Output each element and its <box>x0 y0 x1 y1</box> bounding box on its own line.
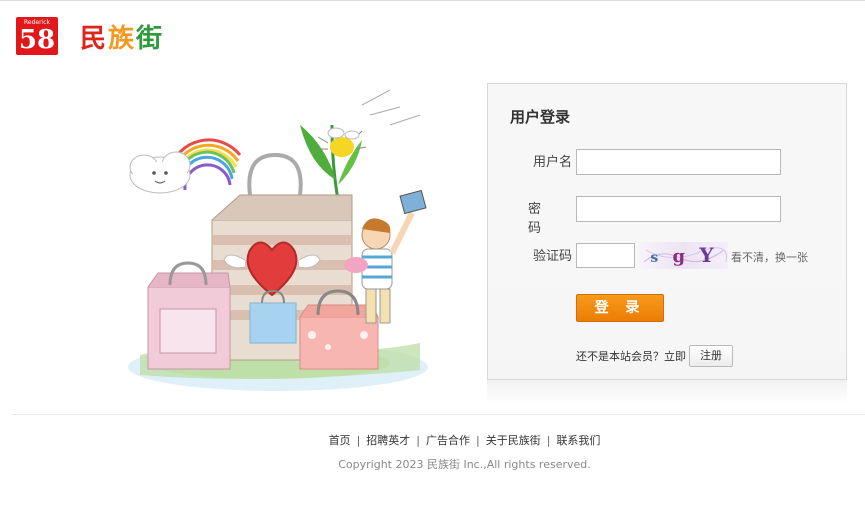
footer-separator: | <box>476 434 480 447</box>
password-input[interactable] <box>577 197 780 221</box>
login-button[interactable]: 登 录 <box>576 294 664 322</box>
captcha-char-2: g <box>672 246 690 267</box>
site-logo[interactable]: Rederick 58 民 族 街 <box>16 16 164 56</box>
password-field[interactable] <box>576 196 781 222</box>
top-divider <box>0 0 865 1</box>
username-input[interactable] <box>577 150 780 174</box>
footer-link-about[interactable]: 关于民族街 <box>486 434 541 447</box>
footer-link-careers[interactable]: 招聘英才 <box>366 434 410 447</box>
password-label: 密码 <box>528 202 556 236</box>
logo-char-2: 族 <box>108 23 137 54</box>
footer-separator: | <box>356 434 361 447</box>
shopping-bags-illustration-icon <box>128 89 428 391</box>
captcha-text: s g Y S <box>642 243 726 268</box>
captcha-field[interactable] <box>576 243 635 268</box>
logo-text: 民 族 街 <box>80 18 164 55</box>
register-prompt: 还不是本站会员？立即 <box>576 350 686 363</box>
footer-nav: 首页 | 招聘英才 | 广告合作 | 关于民族街 | 联系我们 <box>0 432 865 448</box>
footer-link-advertising[interactable]: 广告合作 <box>426 434 470 447</box>
logo-char-3: 街 <box>136 23 165 54</box>
footer-link-home[interactable]: 首页 <box>329 434 351 447</box>
captcha-image[interactable]: s g Y S <box>640 242 728 269</box>
captcha-char-1: s <box>650 250 663 266</box>
captcha-input[interactable] <box>577 244 634 267</box>
captcha-refresh-link[interactable]: 看不清，换一张 <box>731 249 808 265</box>
register-row: 还不是本站会员？立即 注册 <box>576 344 733 368</box>
logo-mark-icon: Rederick 58 <box>16 17 58 55</box>
captcha-char-3: Y <box>699 243 718 267</box>
footer-divider <box>12 414 865 415</box>
login-panel-shadow <box>487 380 847 404</box>
shopping-illustration <box>100 85 450 400</box>
username-label: 用户名 <box>532 155 572 170</box>
username-field[interactable] <box>576 149 781 175</box>
footer-link-contact[interactable]: 联系我们 <box>556 434 600 447</box>
footer-separator: | <box>546 434 551 447</box>
logo-char-1: 民 <box>80 23 109 54</box>
login-title: 用户登录 <box>510 108 571 126</box>
footer-separator: | <box>416 434 420 447</box>
register-button[interactable]: 注册 <box>689 345 733 367</box>
logo-mark-number: 58 <box>18 25 56 55</box>
captcha-label: 验证码 <box>532 249 572 264</box>
copyright: Copyright 2023 民族街 Inc.,All rights reser… <box>338 458 591 471</box>
login-panel: 用户登录 用户名 密码 验证码 s g Y S 看不清，换一张 登 录 还不是本… <box>487 83 847 380</box>
